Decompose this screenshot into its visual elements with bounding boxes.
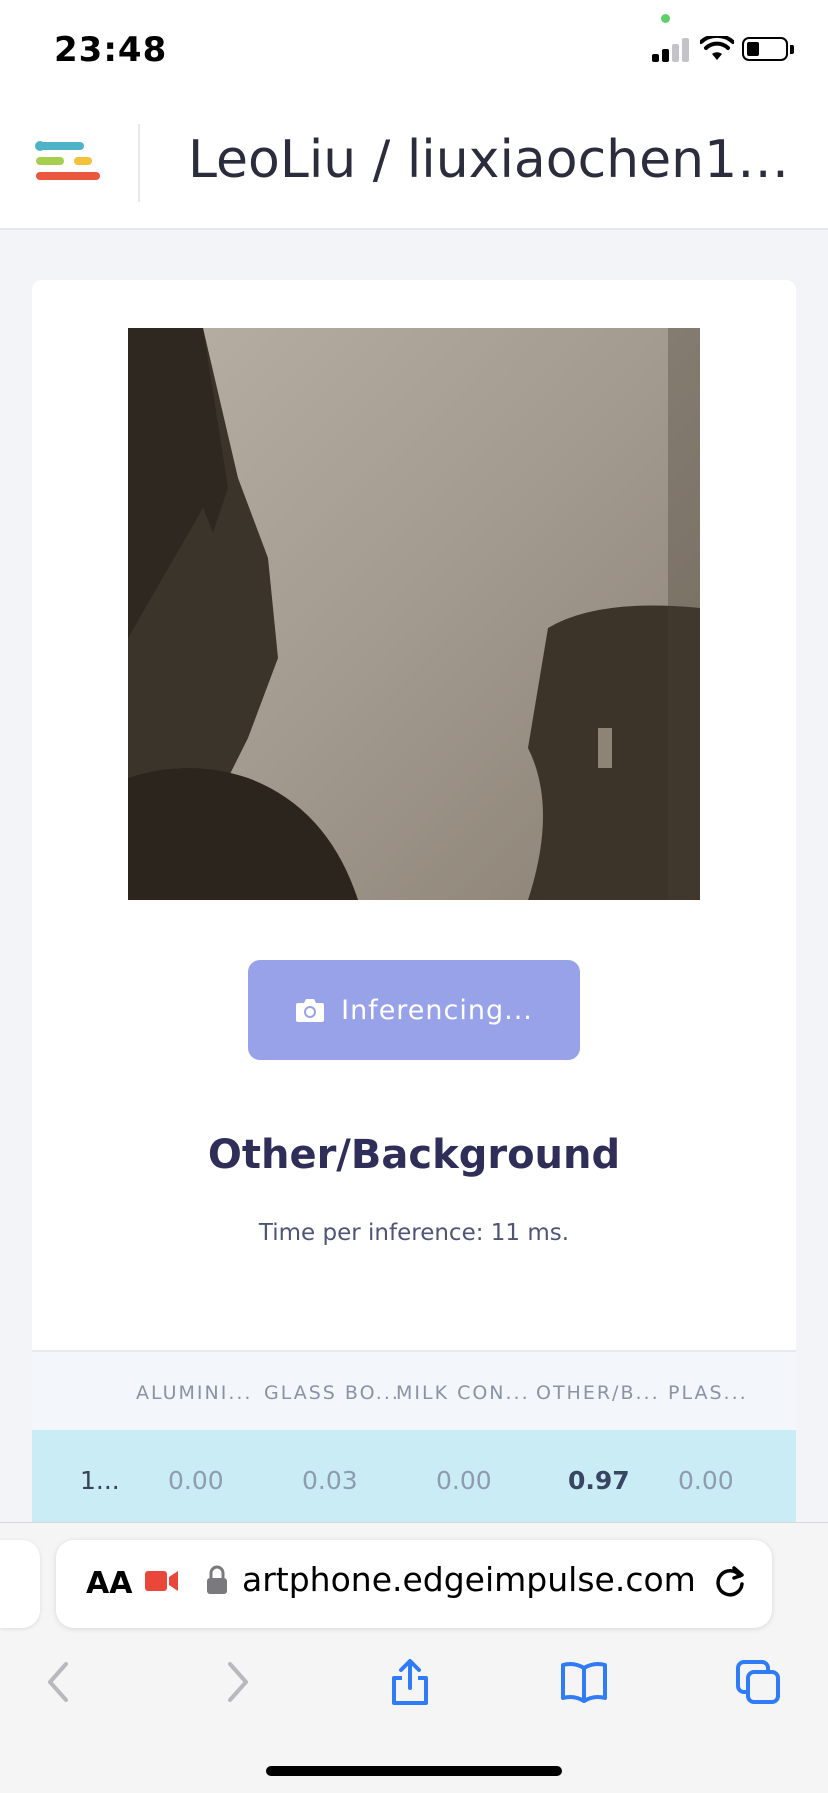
capture-button-label: Inferencing...	[341, 994, 533, 1026]
edge-impulse-logo[interactable]	[34, 138, 104, 188]
table-cell: 0.00	[168, 1466, 224, 1495]
table-cell: 0.00	[436, 1466, 492, 1495]
lock-icon	[207, 1565, 227, 1594]
reload-icon[interactable]	[712, 1564, 748, 1600]
column-header: OTHER/B...	[536, 1382, 660, 1404]
project-title: LeoLiu / liuxiaochen11-p...	[188, 130, 808, 190]
capture-button[interactable]: Inferencing...	[248, 960, 580, 1060]
table-header: ALUMINI... GLASS BO... MILK CON... OTHER…	[32, 1350, 796, 1432]
camera-preview-image	[128, 328, 700, 900]
header-divider	[138, 124, 140, 202]
cellular-signal-icon	[652, 37, 692, 62]
privacy-indicator-dot	[661, 14, 670, 23]
classification-result: Other/Background	[207, 1132, 621, 1178]
back-icon[interactable]	[36, 1658, 84, 1706]
previous-tab-peek[interactable]	[0, 1540, 40, 1628]
forward-icon[interactable]	[212, 1658, 260, 1706]
status-bar: 23:48	[0, 0, 828, 100]
app-header: LeoLiu / liuxiaochen11-p...	[0, 100, 828, 230]
tabs-icon[interactable]	[734, 1658, 782, 1706]
home-indicator	[266, 1766, 562, 1776]
status-time: 23:48	[54, 30, 168, 70]
column-header: ALUMINI...	[136, 1382, 253, 1404]
camera-icon	[296, 999, 325, 1022]
battery-cap	[790, 45, 794, 54]
address-bar[interactable]: AA artphone.edgeimpulse.com	[56, 1540, 772, 1628]
share-icon[interactable]	[386, 1658, 434, 1706]
reader-aa-button[interactable]: AA	[86, 1566, 132, 1601]
column-header: MILK CON...	[396, 1382, 530, 1404]
table-row: 1... 0.00 0.03 0.00 0.97 0.00	[32, 1430, 796, 1530]
table-cell: 0.03	[302, 1466, 358, 1495]
battery-icon	[742, 37, 788, 61]
row-index-cell: 1...	[80, 1466, 120, 1495]
camera-in-use-icon[interactable]	[144, 1568, 180, 1594]
table-cell-highlight: 0.97	[568, 1466, 630, 1495]
column-header: GLASS BO...	[264, 1382, 400, 1404]
classification-card: Inferencing... Other/Background Time per…	[32, 280, 796, 1580]
table-cell: 0.00	[678, 1466, 734, 1495]
url-text[interactable]: artphone.edgeimpulse.com	[242, 1560, 696, 1599]
wifi-icon	[700, 36, 734, 60]
bookmarks-icon[interactable]	[560, 1658, 608, 1706]
column-header: PLAS...	[668, 1382, 748, 1404]
inference-time: Time per inference: 11 ms.	[258, 1220, 570, 1246]
